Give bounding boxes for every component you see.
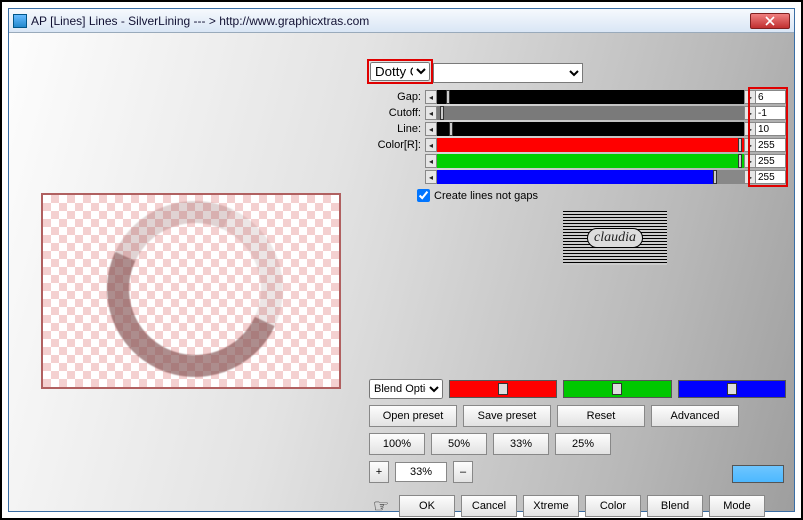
slider-dec-button[interactable]: ◂ xyxy=(425,90,437,104)
slider-row: ◂ ▸ 255 xyxy=(369,153,786,169)
slider-thumb[interactable] xyxy=(498,383,508,395)
slider-inc-button[interactable]: ▸ xyxy=(744,138,756,152)
100--button[interactable]: 100% xyxy=(369,433,425,455)
slider-inc-button[interactable]: ▸ xyxy=(744,106,756,120)
slider-thumb[interactable] xyxy=(738,154,742,168)
close-button[interactable] xyxy=(750,13,790,29)
blend-options-dropdown[interactable]: Blend Options xyxy=(369,379,443,399)
slider-row: Cutoff: ◂ ▸ -1 xyxy=(369,105,786,121)
slider-row: Color[R]: ◂ ▸ 255 xyxy=(369,137,786,153)
slider-value[interactable]: -1 xyxy=(756,106,786,120)
button-row-4: ☜ OK Cancel Xtreme Color Blend Mode xyxy=(369,495,786,517)
blend-slider-green[interactable] xyxy=(563,380,671,398)
slider-thumb[interactable] xyxy=(738,138,742,152)
ok-button[interactable]: OK xyxy=(399,495,455,517)
slider-value[interactable]: 6 xyxy=(756,90,786,104)
zoom-out-button[interactable]: – xyxy=(453,461,473,483)
blend-button[interactable]: Blend xyxy=(647,495,703,517)
claudia-logo: claudia xyxy=(563,211,667,265)
color-button[interactable]: Color xyxy=(585,495,641,517)
slider-dec-button[interactable]: ◂ xyxy=(425,122,437,136)
slider-dec-button[interactable]: ◂ xyxy=(425,154,437,168)
blend-row: Blend Options xyxy=(369,379,786,399)
slider-thumb[interactable] xyxy=(612,383,622,395)
pattern-dropdown-secondary[interactable] xyxy=(433,63,583,83)
slider-inc-button[interactable]: ▸ xyxy=(744,170,756,184)
slider-label: Line: xyxy=(369,123,425,135)
slider-label: Color[R]: xyxy=(369,139,425,151)
slider-track[interactable] xyxy=(437,138,744,152)
slider-label: Cutoff: xyxy=(369,107,425,119)
create-lines-checkbox-row: Create lines not gaps xyxy=(417,189,538,202)
slider-row: Gap: ◂ ▸ 6 xyxy=(369,89,786,105)
blend-slider-red[interactable] xyxy=(449,380,557,398)
blend-slider-blue[interactable] xyxy=(678,380,786,398)
slider-inc-button[interactable]: ▸ xyxy=(744,154,756,168)
mode-button[interactable]: Mode xyxy=(709,495,765,517)
slider-row: Line: ◂ ▸ 10 xyxy=(369,121,786,137)
button-row-1: Open preset Save preset Reset Advanced xyxy=(369,405,786,427)
slider-thumb[interactable] xyxy=(713,170,717,184)
open-preset-button[interactable]: Open preset xyxy=(369,405,457,427)
slider-inc-button[interactable]: ▸ xyxy=(744,122,756,136)
25--button[interactable]: 25% xyxy=(555,433,611,455)
cancel-button[interactable]: Cancel xyxy=(461,495,517,517)
slider-thumb[interactable] xyxy=(440,106,444,120)
zoom-value[interactable]: 33% xyxy=(395,462,447,482)
zoom-in-button[interactable]: + xyxy=(369,461,389,483)
pattern-dropdown-row xyxy=(369,63,583,83)
xtreme-button[interactable]: Xtreme xyxy=(523,495,579,517)
slider-dec-button[interactable]: ◂ xyxy=(425,170,437,184)
slider-track[interactable] xyxy=(437,106,744,120)
slider-track[interactable] xyxy=(437,122,744,136)
slider-inc-button[interactable]: ▸ xyxy=(744,90,756,104)
create-lines-checkbox[interactable] xyxy=(417,189,430,202)
slider-block: Gap: ◂ ▸ 6Cutoff: ◂ ▸ -1Line: ◂ ▸ 10Colo… xyxy=(369,89,786,185)
33--button[interactable]: 33% xyxy=(493,433,549,455)
client-area: Dotty Grid Gap: ◂ ▸ 6Cutoff: ◂ ▸ -1Line:… xyxy=(9,33,794,511)
window-title: AP [Lines] Lines - SilverLining --- > ht… xyxy=(31,14,750,28)
slider-dec-button[interactable]: ◂ xyxy=(425,138,437,152)
save-preset-button[interactable]: Save preset xyxy=(463,405,551,427)
left-pane xyxy=(9,33,369,511)
slider-label: Gap: xyxy=(369,91,425,103)
color-swatch[interactable] xyxy=(732,465,784,483)
slider-track[interactable] xyxy=(437,154,744,168)
pointing-hand-icon: ☜ xyxy=(369,496,393,517)
titlebar[interactable]: AP [Lines] Lines - SilverLining --- > ht… xyxy=(9,9,794,33)
slider-dec-button[interactable]: ◂ xyxy=(425,106,437,120)
slider-row: ◂ ▸ 255 xyxy=(369,169,786,185)
slider-value[interactable]: 255 xyxy=(756,154,786,168)
slider-track[interactable] xyxy=(437,90,744,104)
preview-shape xyxy=(82,193,308,389)
close-icon xyxy=(765,16,775,26)
slider-thumb[interactable] xyxy=(449,122,453,136)
dialog-window: AP [Lines] Lines - SilverLining --- > ht… xyxy=(8,8,795,512)
slider-thumb[interactable] xyxy=(446,90,450,104)
right-pane: Dotty Grid Gap: ◂ ▸ 6Cutoff: ◂ ▸ -1Line:… xyxy=(369,33,794,511)
app-icon xyxy=(13,14,27,28)
preview-canvas xyxy=(41,193,341,389)
slider-thumb[interactable] xyxy=(727,383,737,395)
zoom-row: + 33% – xyxy=(369,461,786,483)
slider-value[interactable]: 255 xyxy=(756,138,786,152)
slider-value[interactable]: 10 xyxy=(756,122,786,136)
claudia-logo-text: claudia xyxy=(587,228,643,248)
create-lines-label: Create lines not gaps xyxy=(434,190,538,202)
button-row-2: 100% 50% 33% 25% xyxy=(369,433,786,455)
slider-track[interactable] xyxy=(437,170,744,184)
advanced-button[interactable]: Advanced xyxy=(651,405,739,427)
reset-button[interactable]: Reset xyxy=(557,405,645,427)
50--button[interactable]: 50% xyxy=(431,433,487,455)
slider-value[interactable]: 255 xyxy=(756,170,786,184)
screenshot-frame: AP [Lines] Lines - SilverLining --- > ht… xyxy=(0,0,803,520)
